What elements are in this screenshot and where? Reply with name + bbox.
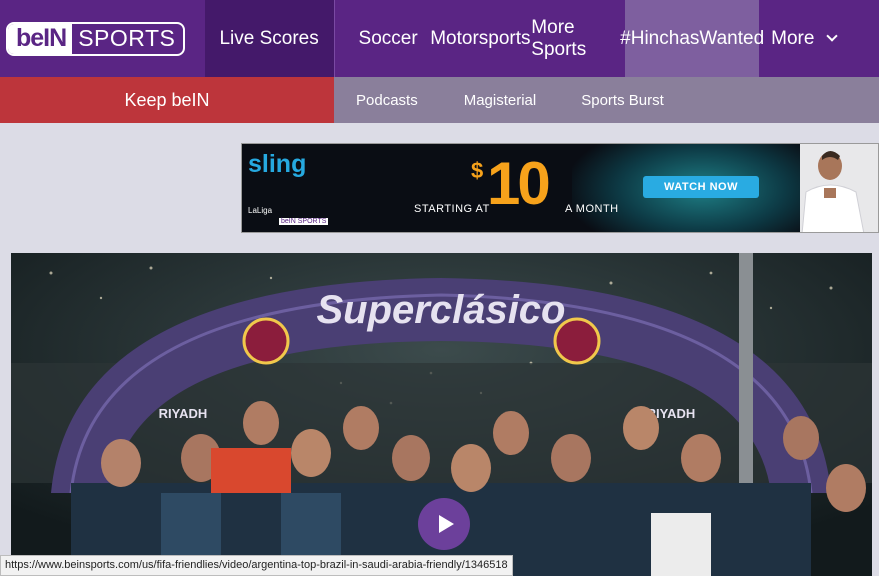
bein-sports-logo[interactable]: beIN SPORTS xyxy=(6,21,186,56)
arch-superclasico-text: Superclásico xyxy=(316,288,565,332)
nav-soccer[interactable]: Soccer xyxy=(335,0,430,77)
play-button[interactable] xyxy=(418,498,470,550)
subnav-sports-burst[interactable]: Sports Burst xyxy=(581,92,664,109)
ad-price: 10 xyxy=(487,150,551,217)
hero-video-thumbnail[interactable]: Superclásico RIYADH RIYADH xyxy=(11,253,872,576)
laliga-logo: LaLiga xyxy=(248,206,273,215)
sling-logo: sling xyxy=(248,150,307,178)
logo-sports-text: SPORTS xyxy=(78,25,176,51)
ad-per-month: A MONTH xyxy=(565,203,619,215)
ad-bein-logo: beIN SPORTS xyxy=(279,218,329,225)
nav-motorsports[interactable]: Motorsports xyxy=(429,0,531,77)
browser-status-url: https://www.beinsports.com/us/fifa-frien… xyxy=(0,555,513,576)
nav-more-sports[interactable]: More Sports xyxy=(531,0,625,77)
arch-riyadh-left: RIYADH xyxy=(159,406,208,421)
nav-more-dropdown[interactable]: More xyxy=(759,0,879,77)
subnav-links: Podcasts Magisterial Sports Burst xyxy=(334,77,879,123)
subnav-podcasts[interactable]: Podcasts xyxy=(356,92,418,109)
ad-dollar-sign: $ xyxy=(471,158,484,183)
main-nav: beIN SPORTS Live Scores Soccer Motorspor… xyxy=(0,0,879,77)
subnav-magisterial[interactable]: Magisterial xyxy=(464,92,537,109)
keep-bein-button[interactable]: Keep beIN xyxy=(0,77,334,123)
play-icon xyxy=(438,515,454,533)
logo-bein-text: beIN xyxy=(8,23,73,54)
logo-container[interactable]: beIN SPORTS xyxy=(0,0,205,77)
ad-starting-at: STARTING AT xyxy=(414,203,490,215)
nav-hinchas-wanted[interactable]: #HinchasWanted xyxy=(620,0,764,77)
chevron-down-icon xyxy=(826,29,839,42)
nav-live-scores[interactable]: Live Scores xyxy=(204,0,334,77)
ad-player-image xyxy=(800,144,878,232)
sub-nav: Keep beIN Podcasts Magisterial Sports Bu… xyxy=(0,77,879,123)
watch-now-button[interactable]: WATCH NOW xyxy=(643,176,759,198)
sling-ad-banner[interactable]: sling LaLiga beIN SPORTS STARTING AT $ 1… xyxy=(241,143,879,233)
nav-more-label: More xyxy=(771,27,815,49)
